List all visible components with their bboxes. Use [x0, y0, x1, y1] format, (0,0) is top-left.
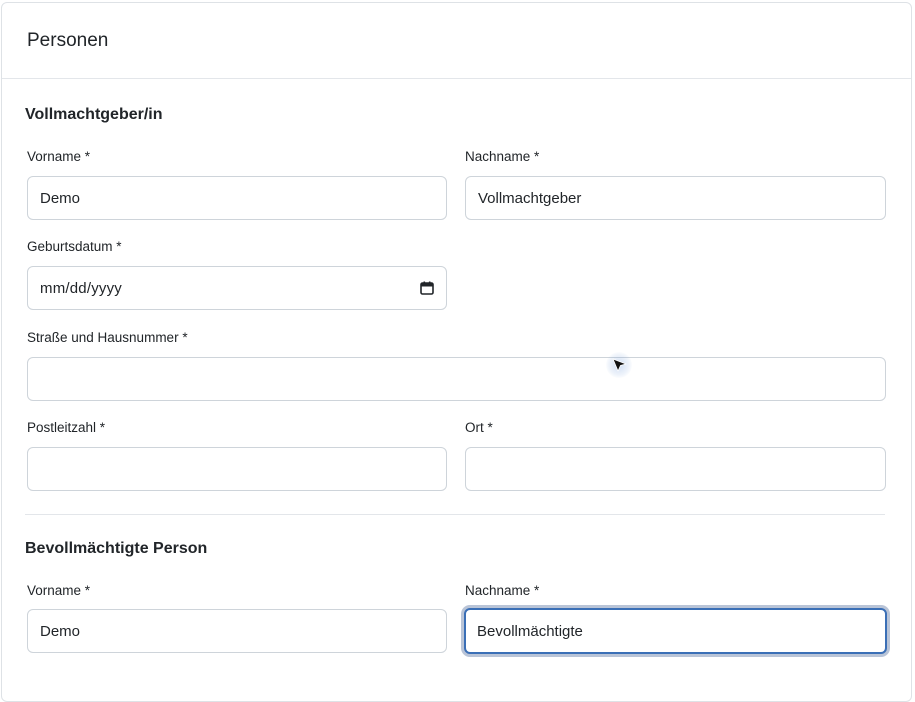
grantor-first-name-label: Vorname *: [27, 149, 91, 164]
grantor-section-title: Vollmachtgeber/in: [25, 106, 163, 123]
grantor-birthdate-label: Geburtsdatum *: [27, 239, 122, 254]
attorney-section-title: Bevollmächtigte Person: [25, 540, 208, 557]
birthdate-placeholder: mm/dd/yyyy: [40, 279, 123, 297]
attorney-last-name-input[interactable]: [464, 608, 887, 654]
grantor-last-name-label: Nachname *: [465, 149, 540, 164]
mouse-pointer-icon: [606, 352, 632, 378]
card-header: Personen: [2, 3, 911, 79]
grantor-postal-code-label: Postleitzahl *: [27, 420, 106, 435]
attorney-first-name-input[interactable]: [27, 609, 447, 653]
grantor-street-input[interactable]: [27, 357, 886, 401]
attorney-first-name-label: Vorname *: [27, 583, 91, 598]
grantor-last-name-input[interactable]: [465, 176, 886, 220]
grantor-birthdate-input[interactable]: mm/dd/yyyy: [27, 266, 447, 310]
attorney-last-name-label: Nachname *: [465, 583, 540, 598]
grantor-postal-code-input[interactable]: [27, 447, 447, 491]
section-divider: [25, 514, 885, 515]
grantor-first-name-input[interactable]: [27, 176, 447, 220]
grantor-street-label: Straße und Hausnummer *: [27, 330, 188, 345]
card-title: Personen: [27, 29, 109, 51]
grantor-city-label: Ort *: [465, 420, 493, 435]
calendar-icon[interactable]: [420, 281, 434, 295]
grantor-city-input[interactable]: [465, 447, 886, 491]
